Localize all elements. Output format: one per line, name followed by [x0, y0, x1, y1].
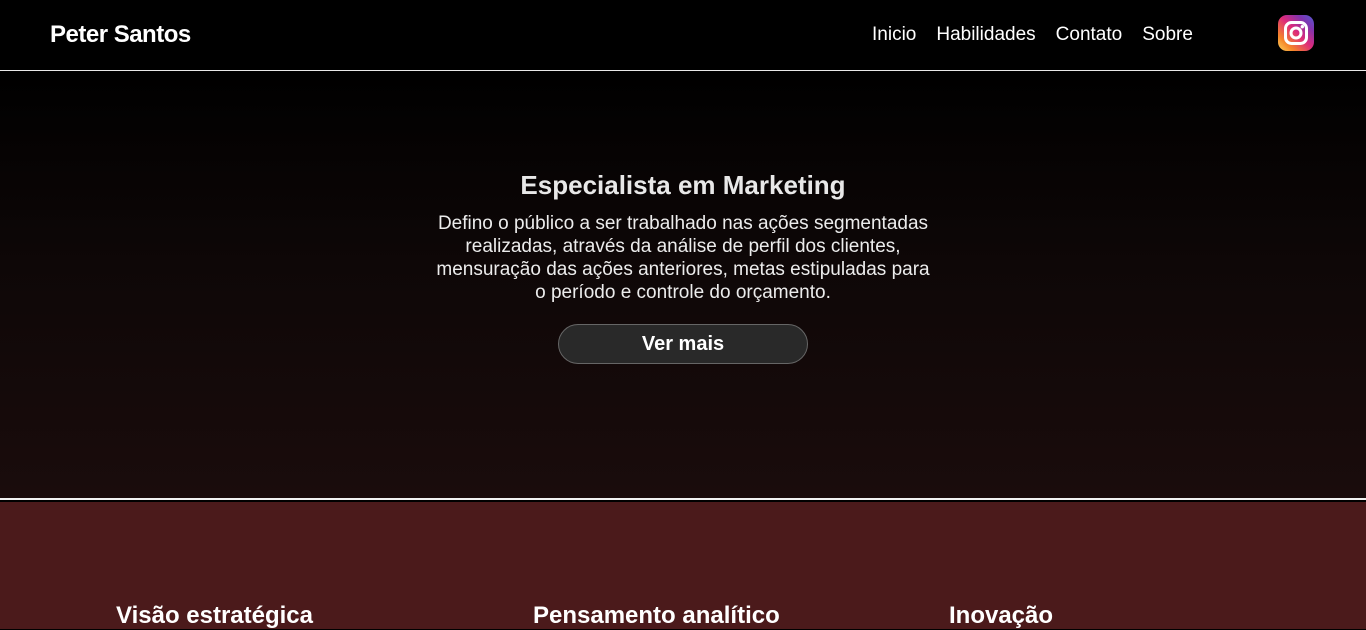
nav-link-habilidades[interactable]: Habilidades — [936, 24, 1035, 46]
skill-title-inovacao: Inovação — [949, 602, 1054, 629]
nav-link-sobre[interactable]: Sobre — [1142, 24, 1193, 46]
brand-link[interactable]: Peter Santos — [50, 21, 191, 49]
hero-section: Especialista em Marketing Defino o públi… — [0, 71, 1366, 500]
ver-mais-button[interactable]: Ver mais — [558, 324, 808, 364]
hero-description: Defino o público a ser trabalhado nas aç… — [436, 213, 930, 303]
instagram-icon[interactable] — [1278, 15, 1314, 51]
hero-title: Especialista em Marketing — [520, 170, 846, 200]
skill-title-visao-estrategica: Visão estratégica — [116, 602, 314, 629]
nav-link-inicio[interactable]: Inicio — [872, 24, 916, 46]
skill-title-pensamento-analitico: Pensamento analítico — [533, 602, 780, 629]
instagram-glyph — [1284, 21, 1308, 45]
nav-link-contato[interactable]: Contato — [1056, 24, 1123, 46]
nav-links: Inicio Habilidades Contato Sobre — [872, 24, 1193, 46]
navbar: Peter Santos Inicio Habilidades Contato … — [0, 0, 1366, 71]
skills-section: Visão estratégica Pensamento analítico I… — [0, 502, 1366, 629]
